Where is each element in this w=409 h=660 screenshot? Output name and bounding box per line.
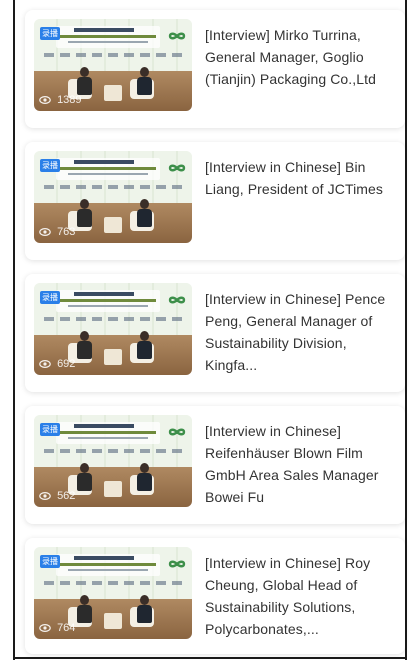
- infinity-loop-icon: [168, 296, 186, 304]
- video-thumbnail[interactable]: 录播 562: [34, 415, 192, 507]
- view-count: 562: [57, 490, 76, 503]
- side-table: [104, 613, 122, 629]
- sponsor-strip: [44, 185, 184, 189]
- infinity-loop-icon: [168, 428, 186, 436]
- view-count-row: 562: [39, 489, 75, 503]
- replay-badge: 录播: [40, 555, 60, 568]
- eye-icon: [39, 624, 51, 633]
- video-title[interactable]: [Interview in Chinese] Bin Liang, Presid…: [205, 156, 397, 200]
- video-card[interactable]: 录播 562 [Interview in Chinese] Reifenhäus…: [25, 406, 405, 524]
- video-card[interactable]: 录播 763 [Interview in Chinese] Bin Liang,…: [25, 142, 405, 260]
- video-thumbnail[interactable]: 录播 1389: [34, 19, 192, 111]
- event-banner: [56, 290, 160, 312]
- eye-icon: [39, 228, 51, 237]
- infinity-loop-icon: [168, 560, 186, 568]
- eye-icon: [39, 96, 51, 105]
- view-count: 1389: [57, 94, 82, 107]
- frame-border-bottom: [13, 657, 407, 659]
- frame-border-left: [13, 0, 15, 660]
- sponsor-strip: [44, 53, 184, 57]
- view-count-row: 692: [39, 357, 75, 371]
- side-table: [104, 481, 122, 497]
- event-banner: [56, 422, 160, 444]
- video-card[interactable]: 录播 1389 [Interview] Mirko Turrina, Gener…: [25, 10, 405, 128]
- eye-icon: [39, 360, 51, 369]
- video-thumbnail[interactable]: 录播 763: [34, 151, 192, 243]
- view-count: 763: [57, 226, 76, 239]
- view-count-row: 1389: [39, 93, 82, 107]
- event-banner: [56, 158, 160, 180]
- video-thumbnail[interactable]: 录播 764: [34, 547, 192, 639]
- event-banner: [56, 26, 160, 48]
- eye-icon: [39, 492, 51, 501]
- video-title[interactable]: [Interview in Chinese] Pence Peng, Gener…: [205, 288, 397, 376]
- frame-border-right: [405, 0, 407, 660]
- video-thumbnail[interactable]: 录播 692: [34, 283, 192, 375]
- event-banner: [56, 554, 160, 576]
- video-title[interactable]: [Interview in Chinese] Roy Cheung, Globa…: [205, 552, 397, 640]
- view-count: 764: [57, 622, 76, 635]
- side-table: [104, 85, 122, 101]
- video-card[interactable]: 录播 764 [Interview in Chinese] Roy Cheung…: [25, 538, 405, 654]
- video-title[interactable]: [Interview] Mirko Turrina, General Manag…: [205, 24, 397, 90]
- view-count-row: 763: [39, 225, 75, 239]
- video-title[interactable]: [Interview in Chinese] Reifenhäuser Blow…: [205, 420, 397, 508]
- view-count: 692: [57, 358, 76, 371]
- view-count-row: 764: [39, 621, 75, 635]
- sponsor-strip: [44, 581, 184, 585]
- side-table: [104, 217, 122, 233]
- replay-badge: 录播: [40, 27, 60, 40]
- replay-badge: 录播: [40, 159, 60, 172]
- sponsor-strip: [44, 449, 184, 453]
- video-card[interactable]: 录播 692 [Interview in Chinese] Pence Peng…: [25, 274, 405, 392]
- replay-badge: 录播: [40, 423, 60, 436]
- sponsor-strip: [44, 317, 184, 321]
- side-table: [104, 349, 122, 365]
- infinity-loop-icon: [168, 164, 186, 172]
- infinity-loop-icon: [168, 32, 186, 40]
- replay-badge: 录播: [40, 291, 60, 304]
